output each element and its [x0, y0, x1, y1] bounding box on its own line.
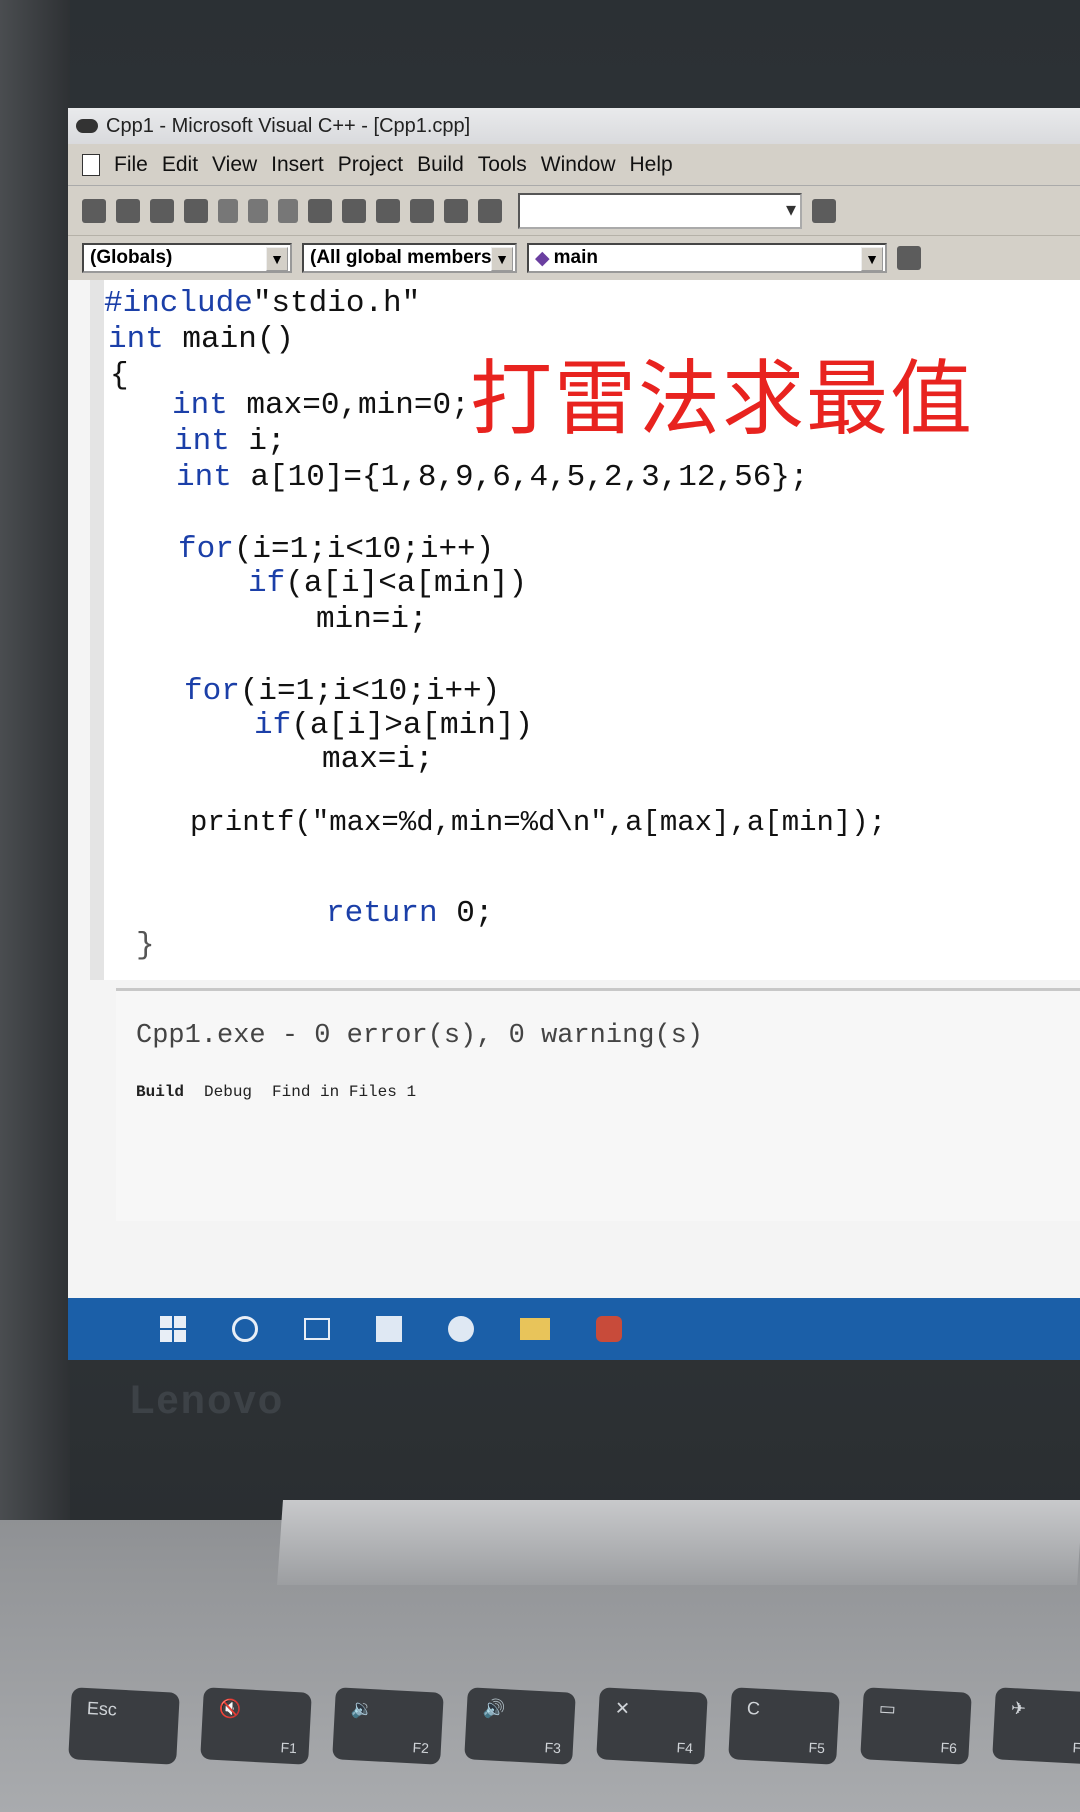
new-file-icon[interactable]	[82, 198, 106, 223]
chevron-down-icon[interactable]: ▼	[491, 247, 513, 271]
key-esc[interactable]: Esc	[68, 1687, 180, 1765]
output-pane: Cpp1.exe - 0 error(s), 0 warning(s) Buil…	[116, 988, 1080, 1221]
code-line: }	[136, 928, 155, 963]
key-f5-refresh[interactable]: C F5	[728, 1687, 840, 1765]
menu-bar: File Edit View Insert Project Build Tool…	[68, 144, 1080, 186]
save-icon[interactable]	[150, 198, 174, 223]
code-line: int max=0,min=0;	[172, 388, 470, 423]
code-line: return 0;	[326, 896, 494, 931]
function-key-row: Esc 🔇 F1 🔉 F2 🔊 F3 ✕ F4 C F5 ▭ F6 ✈ F7	[68, 1687, 1080, 1765]
code-line: max=i;	[322, 742, 434, 777]
code-line: for(i=1;i<10;i++)	[178, 532, 495, 567]
file-explorer-icon[interactable]	[520, 1318, 550, 1340]
vc-app-icon	[76, 119, 98, 133]
copy-icon[interactable]	[248, 198, 268, 223]
redo-icon[interactable]	[342, 198, 366, 223]
menu-view[interactable]: View	[212, 153, 257, 177]
code-line: #include"stdio.h"	[104, 286, 421, 321]
menu-tools[interactable]: Tools	[478, 153, 527, 177]
key-f3-volume-up[interactable]: 🔊 F3	[464, 1687, 576, 1765]
undo-icon[interactable]	[308, 198, 332, 223]
chevron-down-icon[interactable]: ▼	[266, 247, 288, 271]
menu-window[interactable]: Window	[541, 153, 616, 177]
code-line: printf("max=%d,min=%d\n",a[max],a[min]);	[190, 806, 887, 839]
key-f6-touchpad[interactable]: ▭ F6	[860, 1687, 972, 1765]
menu-help[interactable]: Help	[630, 153, 673, 177]
background-left	[0, 0, 70, 1520]
key-f7-airplane[interactable]: ✈ F7	[992, 1687, 1080, 1765]
tab-find-in-files[interactable]: Find in Files 1	[272, 1083, 416, 1101]
pinwheel-app-icon[interactable]	[376, 1316, 402, 1342]
wizard-action-icon[interactable]	[897, 246, 921, 270]
code-line: for(i=1;i<10;i++)	[184, 674, 501, 709]
search-icon[interactable]	[232, 1316, 258, 1342]
windows-start-icon[interactable]	[160, 1316, 186, 1342]
code-line: if(a[i]>a[min])	[254, 708, 534, 743]
paste-icon[interactable]	[278, 198, 298, 223]
document-icon[interactable]	[82, 153, 100, 176]
key-f1-mute[interactable]: 🔇 F1	[200, 1687, 312, 1765]
standard-toolbar	[68, 186, 1080, 236]
function-icon: ◆	[535, 247, 550, 269]
code-line: int main()	[108, 322, 295, 357]
tab-build[interactable]: Build	[136, 1083, 184, 1101]
menu-file[interactable]: File	[114, 153, 148, 177]
cut-icon[interactable]	[218, 198, 238, 223]
overlay-caption: 打雷法求最值	[470, 352, 975, 447]
code-line: int a[10]={1,8,9,6,4,5,2,3,12,56};	[176, 460, 809, 495]
find-combo[interactable]	[518, 192, 802, 229]
find-in-files-icon[interactable]	[478, 198, 502, 223]
laptop-hinge	[277, 1500, 1080, 1585]
code-line: min=i;	[316, 602, 428, 637]
scope-combo[interactable]: (Globals) ▼	[82, 243, 292, 273]
laptop-screen: Cpp1 - Microsoft Visual C++ - [Cpp1.cpp]…	[68, 108, 1080, 1358]
output-tabs: Build Debug Find in Files 1	[136, 1083, 416, 1101]
code-line: {	[110, 358, 129, 393]
open-icon[interactable]	[116, 198, 140, 223]
code-line: int i;	[174, 424, 286, 459]
scope-value: (Globals)	[90, 247, 173, 268]
save-all-icon[interactable]	[184, 198, 208, 223]
function-combo[interactable]: ◆ main ▼	[527, 243, 887, 273]
members-combo[interactable]: (All global members ▼	[302, 243, 517, 273]
edge-browser-icon[interactable]	[448, 1316, 474, 1342]
windows-list-icon[interactable]	[444, 198, 468, 223]
window-title: Cpp1 - Microsoft Visual C++ - [Cpp1.cpp]	[106, 114, 471, 137]
find-icon[interactable]	[812, 198, 836, 223]
code-line: if(a[i]<a[min])	[248, 566, 528, 601]
function-value: main	[553, 247, 598, 268]
tab-debug[interactable]: Debug	[204, 1083, 252, 1101]
menu-insert[interactable]: Insert	[271, 153, 324, 177]
title-bar: Cpp1 - Microsoft Visual C++ - [Cpp1.cpp]	[68, 108, 1080, 144]
menu-project[interactable]: Project	[338, 153, 403, 177]
lenovo-logo: Lenovo	[130, 1378, 285, 1422]
key-f2-volume-down[interactable]: 🔉 F2	[332, 1687, 444, 1765]
visual-cpp-taskbar-icon[interactable]	[596, 1316, 622, 1342]
task-view-icon[interactable]	[304, 1318, 330, 1340]
build-result: Cpp1.exe - 0 error(s), 0 warning(s)	[136, 1021, 704, 1051]
key-f4-mic-mute[interactable]: ✕ F4	[596, 1687, 708, 1765]
windows-taskbar	[68, 1298, 1080, 1360]
workspace-icon[interactable]	[376, 198, 400, 223]
chevron-down-icon[interactable]: ▼	[861, 247, 883, 271]
members-value: (All global members	[310, 247, 492, 268]
menu-build[interactable]: Build	[417, 153, 464, 177]
menu-edit[interactable]: Edit	[162, 153, 198, 177]
wizard-bar: (Globals) ▼ (All global members ▼ ◆ main…	[68, 236, 1080, 280]
output-icon[interactable]	[410, 198, 434, 223]
